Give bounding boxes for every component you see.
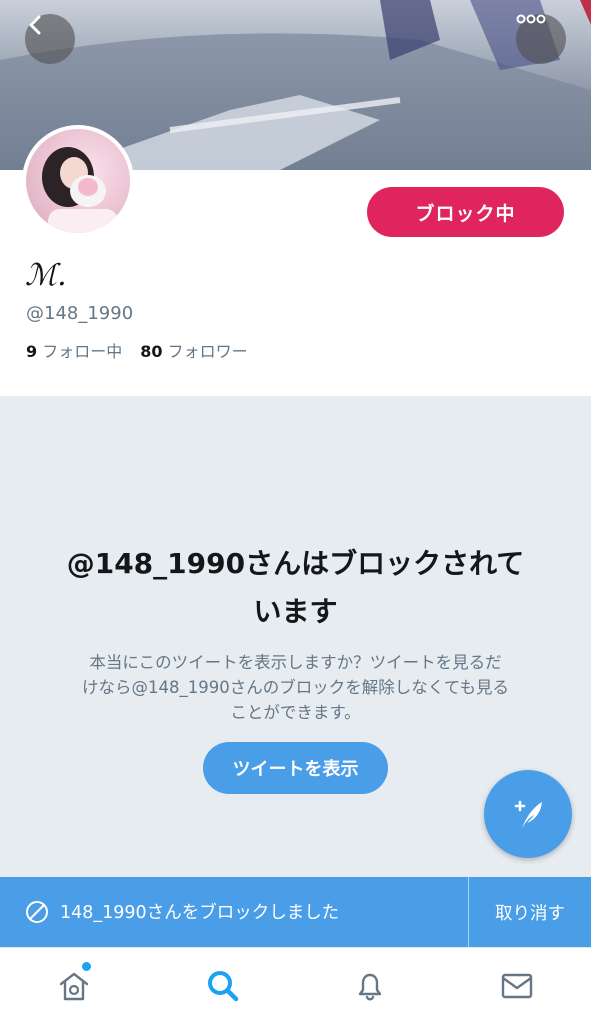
profile-handle: @148_1990 bbox=[26, 303, 134, 324]
more-options-button[interactable] bbox=[516, 14, 566, 64]
profile-avatar[interactable] bbox=[22, 125, 134, 237]
chevron-left-icon bbox=[29, 15, 41, 35]
follow-stats: 9 フォロー中 80 フォロワー bbox=[26, 338, 248, 362]
followers-label: フォロワー bbox=[167, 342, 248, 361]
compose-tweet-button[interactable] bbox=[484, 770, 572, 858]
undo-label: 取り消す bbox=[495, 903, 565, 924]
blocked-description-line2: けなら@148_1990さんのブロックを解除しなくても見る bbox=[82, 678, 509, 697]
tab-home[interactable] bbox=[54, 966, 94, 1006]
blocked-title-line1: @148_1990さんはブロックされて bbox=[66, 547, 525, 580]
avatar-image bbox=[26, 129, 130, 233]
blocking-button[interactable]: ブロック中 bbox=[367, 187, 564, 237]
blocking-button-label: ブロック中 bbox=[415, 202, 516, 225]
undo-button[interactable]: 取り消す bbox=[469, 877, 591, 947]
block-icon bbox=[26, 901, 48, 923]
following-label: フォロー中 bbox=[42, 342, 123, 361]
show-tweets-button[interactable]: ツイートを表示 bbox=[203, 742, 388, 794]
bell-icon bbox=[358, 973, 382, 1001]
blocked-description-line3: ことができます。 bbox=[230, 703, 361, 722]
following-link[interactable]: 9 フォロー中 bbox=[26, 342, 122, 361]
toast-message: 148_1990さんをブロックしました bbox=[60, 903, 340, 923]
followers-link[interactable]: 80 フォロワー bbox=[140, 342, 247, 361]
display-name: ℳ. bbox=[25, 258, 67, 293]
blocked-description: 本当にこのツイートを表示しますか？ツイートを見るだ けなら@148_1990さん… bbox=[45, 650, 546, 725]
more-dots-icon bbox=[516, 14, 546, 24]
blocked-description-line1: 本当にこのツイートを表示しますか？ツイートを見るだ bbox=[89, 653, 502, 672]
tab-messages[interactable] bbox=[497, 966, 537, 1006]
following-count: 9 bbox=[26, 342, 38, 361]
blocked-title: @148_1990さんはブロックされて います bbox=[40, 540, 551, 636]
tab-search[interactable] bbox=[203, 966, 243, 1006]
followers-count: 80 bbox=[140, 342, 163, 361]
search-icon bbox=[208, 971, 239, 1002]
blocked-title-line2: います bbox=[253, 595, 338, 628]
mail-icon bbox=[501, 973, 533, 999]
tab-notifications[interactable] bbox=[350, 966, 390, 1006]
blocked-toast: 148_1990さんをブロックしました 取り消す bbox=[0, 877, 591, 947]
back-button[interactable] bbox=[25, 14, 75, 64]
home-icon bbox=[59, 972, 89, 1001]
home-notification-dot bbox=[82, 962, 91, 971]
compose-tweet-icon bbox=[514, 800, 542, 828]
show-tweets-label: ツイートを表示 bbox=[232, 759, 359, 780]
bottom-tab-bar bbox=[0, 947, 591, 1025]
